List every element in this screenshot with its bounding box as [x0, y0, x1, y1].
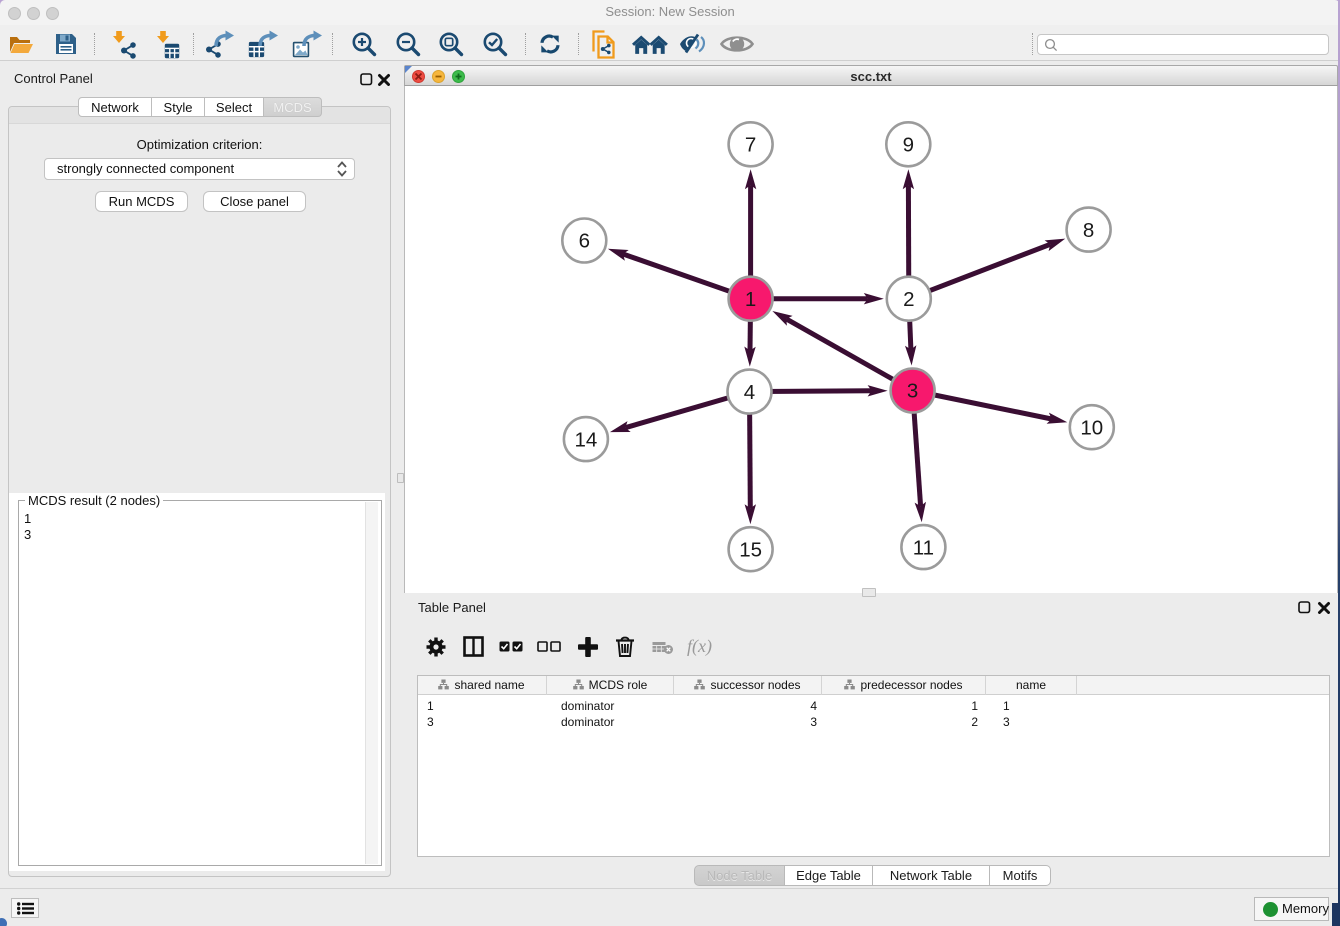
svg-text:7: 7	[745, 134, 756, 157]
svg-text:11: 11	[913, 536, 934, 559]
svg-text:4: 4	[744, 381, 755, 404]
svg-text:15: 15	[739, 538, 762, 561]
svg-text:1: 1	[745, 288, 756, 311]
svg-text:6: 6	[579, 230, 590, 253]
svg-text:2: 2	[903, 288, 914, 311]
svg-text:8: 8	[1083, 219, 1094, 242]
svg-text:9: 9	[903, 134, 914, 157]
svg-text:10: 10	[1080, 416, 1103, 439]
svg-text:14: 14	[574, 428, 597, 451]
svg-text:3: 3	[907, 380, 918, 403]
